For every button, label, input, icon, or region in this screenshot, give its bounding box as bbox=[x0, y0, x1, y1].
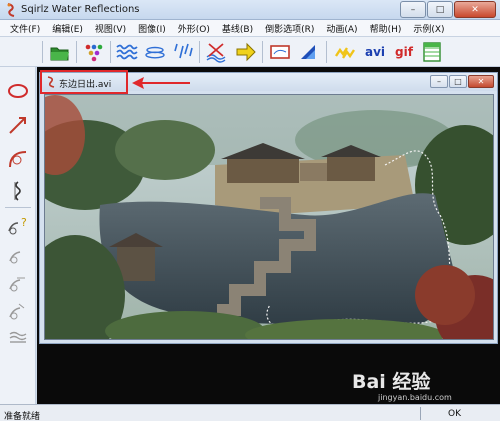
menu-outline[interactable]: 外形(O) bbox=[172, 22, 216, 35]
open-folder-icon[interactable] bbox=[48, 40, 72, 64]
watermark: Bai 经验 jingyan.baidu.com bbox=[352, 367, 470, 407]
rain-icon[interactable] bbox=[171, 40, 195, 64]
window-controls: – □ ✕ bbox=[400, 1, 496, 18]
status-text: 准备就绪 bbox=[4, 412, 41, 421]
minimize-button[interactable]: – bbox=[400, 1, 426, 18]
document-minimize-button[interactable]: – bbox=[430, 75, 448, 88]
app-icon bbox=[7, 3, 15, 17]
shape-b-icon[interactable] bbox=[6, 271, 30, 295]
scene-image[interactable] bbox=[44, 94, 494, 340]
triangle-icon[interactable] bbox=[297, 40, 321, 64]
menu-animation[interactable]: 动画(A) bbox=[320, 22, 363, 35]
window-title: Sqirlz Water Reflections bbox=[21, 4, 140, 15]
toolbar-separator bbox=[110, 41, 111, 63]
bend-icon[interactable] bbox=[204, 40, 228, 64]
document-controls: – □ ✕ bbox=[430, 75, 494, 88]
svg-text:?: ? bbox=[21, 216, 27, 229]
watermark-main: Bai 经验 bbox=[352, 371, 431, 393]
highlight-box bbox=[40, 70, 128, 94]
dots-icon[interactable] bbox=[82, 40, 106, 64]
toolbar-separator bbox=[76, 41, 77, 63]
toolbar-separator bbox=[42, 41, 43, 63]
avi-icon[interactable]: avi bbox=[362, 40, 388, 64]
menu-baseline[interactable]: 基线(B) bbox=[216, 22, 259, 35]
menu-help[interactable]: 帮助(H) bbox=[364, 22, 408, 35]
left-toolbar: ? bbox=[0, 67, 36, 404]
ripple-icon[interactable] bbox=[143, 40, 167, 64]
arrow-left-icon bbox=[132, 77, 190, 89]
curve-icon[interactable] bbox=[6, 147, 30, 171]
menu-image[interactable]: 图像(I) bbox=[132, 22, 172, 35]
menu-bar: 文件(F) 编辑(E) 视图(V) 图像(I) 外形(O) 基线(B) 倒影选项… bbox=[0, 20, 500, 37]
toolbar-separator bbox=[199, 41, 200, 63]
outline-icon[interactable] bbox=[268, 40, 292, 64]
toolbar-separator bbox=[326, 41, 327, 63]
status-separator bbox=[420, 407, 421, 420]
wave-icon[interactable] bbox=[115, 40, 139, 64]
document-maximize-button[interactable]: □ bbox=[449, 75, 467, 88]
document-close-button[interactable]: ✕ bbox=[468, 75, 494, 88]
left-separator bbox=[5, 207, 31, 208]
help-shape-icon[interactable]: ? bbox=[6, 213, 30, 237]
lightning-icon[interactable] bbox=[333, 40, 357, 64]
avi-label: avi bbox=[364, 45, 386, 59]
maximize-button[interactable]: □ bbox=[427, 1, 453, 18]
shape-a-icon[interactable] bbox=[6, 243, 30, 267]
gif-label: gif bbox=[395, 45, 413, 59]
shape-d-icon[interactable] bbox=[6, 325, 30, 349]
toolbar-separator bbox=[262, 41, 263, 63]
title-bar: Sqirlz Water Reflections – □ ✕ bbox=[0, 0, 500, 20]
menu-file[interactable]: 文件(F) bbox=[4, 22, 46, 35]
document-window: 东边日出.avi – □ ✕ bbox=[39, 72, 498, 344]
toolbar: avi gif bbox=[0, 37, 500, 67]
arrow-right-icon[interactable] bbox=[234, 40, 258, 64]
menu-view[interactable]: 视图(V) bbox=[89, 22, 132, 35]
watermark-sub: jingyan.baidu.com bbox=[378, 393, 452, 402]
status-bar: 准备就绪 OK bbox=[0, 404, 500, 421]
menu-examples[interactable]: 示例(X) bbox=[407, 22, 450, 35]
ripple-stroke-icon[interactable] bbox=[6, 179, 30, 203]
menu-edit[interactable]: 编辑(E) bbox=[46, 22, 89, 35]
status-ok: OK bbox=[448, 409, 461, 419]
shape-c-icon[interactable] bbox=[6, 299, 30, 323]
line-arrow-icon[interactable] bbox=[6, 113, 30, 137]
grid-icon[interactable] bbox=[420, 40, 444, 64]
menu-reflection-options[interactable]: 倒影选项(R) bbox=[259, 22, 320, 35]
close-button[interactable]: ✕ bbox=[454, 1, 496, 18]
gif-icon[interactable]: gif bbox=[391, 40, 417, 64]
ellipse-icon[interactable] bbox=[6, 79, 30, 103]
